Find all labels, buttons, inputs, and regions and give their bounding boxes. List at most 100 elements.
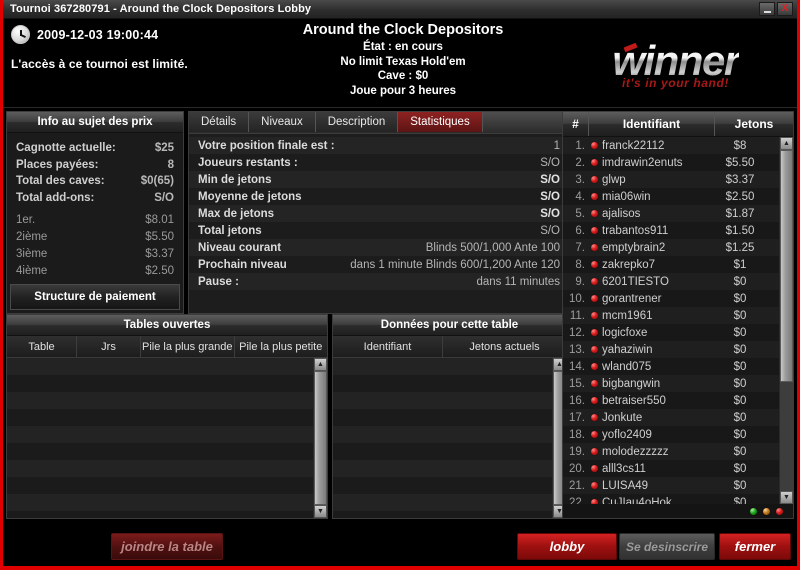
status-dot-icon (591, 448, 598, 455)
statistic-value: Blinds 500/1,000 Ante 100 (425, 241, 560, 254)
player-status-wrap (589, 312, 600, 319)
clock-row: 2009-12-03 19:00:44 (11, 25, 271, 44)
prize-row: Total des caves: $0(65) (16, 173, 174, 190)
player-row[interactable]: 6. trabantos911 $1.50 (563, 222, 779, 239)
player-row[interactable]: 11. mcm1961 $0 (563, 307, 779, 324)
scroll-down-icon[interactable]: ▼ (314, 505, 327, 518)
open-tables-scrollbar[interactable]: ▲ ▼ (313, 358, 327, 518)
player-rank: 14. (569, 360, 585, 373)
player-chips: $0 (733, 326, 747, 339)
statistic-label: Pause : (198, 275, 239, 288)
column-header: Jetons actuels (469, 340, 540, 353)
player-row[interactable]: 10. gorantrener $0 (563, 290, 779, 307)
player-row[interactable]: 3. glwp $3.37 (563, 171, 779, 188)
scroll-up-icon[interactable]: ▲ (314, 358, 327, 371)
tab-description[interactable]: Description (315, 112, 399, 132)
player-row[interactable]: 15. bigbangwin $0 (563, 375, 779, 392)
unregister-button[interactable]: Se desinscrire (619, 533, 715, 560)
player-row[interactable]: 18. yoflo2409 $0 (563, 426, 779, 443)
player-row[interactable]: 13. yahaziwin $0 (563, 341, 779, 358)
table-data-title: Données pour cette table (333, 315, 566, 336)
prize-rank-value: $3.37 (145, 248, 174, 260)
scroll-track[interactable] (780, 150, 793, 491)
statistic-row: Joueurs restants : S/O (189, 154, 569, 171)
minimize-button[interactable] (759, 2, 775, 16)
player-rank: 1. (575, 139, 585, 152)
player-row[interactable]: 12. logicfoxe $0 (563, 324, 779, 341)
lobby-button[interactable]: lobby (517, 533, 617, 560)
scroll-thumb[interactable] (314, 371, 327, 505)
player-row[interactable]: 14. wland075 $0 (563, 358, 779, 375)
player-row[interactable]: 9. 6201TIESTO $0 (563, 273, 779, 290)
player-chips: $0 (733, 377, 747, 390)
header-left: 2009-12-03 19:00:44 L'accès à ce tournoi… (11, 25, 271, 71)
player-status-wrap (589, 397, 600, 404)
player-row[interactable]: 8. zakrepko7 $1 (563, 256, 779, 273)
prize-rank-value: $8.01 (145, 214, 174, 226)
status-dot-icon (591, 312, 598, 319)
player-row[interactable]: 5. ajalisos $1.87 (563, 205, 779, 222)
player-status-wrap (589, 329, 600, 336)
tab-dtails[interactable]: Détails (189, 112, 250, 132)
prize-row-label: Cagnotte actuelle: (16, 142, 116, 154)
close-button[interactable]: X (777, 2, 793, 16)
player-row[interactable]: 1. franck22112 $8 (563, 137, 779, 154)
player-rank: 9. (575, 275, 585, 288)
prize-row-label: Total des caves: (16, 175, 105, 187)
status-dot-icon (591, 159, 598, 166)
player-status-wrap (589, 159, 600, 166)
status-dot-icon (591, 329, 598, 336)
player-chips: $8 (733, 139, 747, 152)
tab-niveaux[interactable]: Niveaux (249, 112, 316, 132)
player-chips: $1 (733, 258, 747, 271)
scroll-track[interactable] (314, 371, 327, 505)
player-row[interactable]: 17. Jonkute $0 (563, 409, 779, 426)
prize-row-value: $0(65) (140, 175, 174, 187)
table-data-rows[interactable] (333, 358, 552, 518)
prize-rank-label: 2ième (16, 231, 48, 243)
player-row[interactable]: 21. LUISA49 $0 (563, 477, 779, 494)
scroll-thumb[interactable] (780, 150, 793, 382)
status-dot-icon (591, 346, 598, 353)
minimize-icon (763, 10, 771, 13)
player-name: mia06win (602, 190, 651, 203)
player-list-panel: # Identifiant Jetons 1. franck22112 $8 2. im… (562, 111, 794, 519)
player-row[interactable]: 16. betraiser550 $0 (563, 392, 779, 409)
tab-bar: Détails Niveaux Description Statistiques (188, 111, 570, 133)
player-name: CuJIau4oHok (602, 496, 672, 505)
statistic-row: Total jetons S/O (189, 222, 569, 239)
player-row[interactable]: 2. imdrawin2enuts $5.50 (563, 154, 779, 171)
player-list-scrollbar[interactable]: ▲ ▼ (779, 137, 793, 504)
player-rank: 8. (575, 258, 585, 271)
player-row[interactable]: 7. emptybrain2 $1.25 (563, 239, 779, 256)
legend-dot-red-icon (776, 507, 783, 515)
prize-row-value: 8 (167, 158, 174, 171)
payment-structure-button[interactable]: Structure de paiement (10, 284, 180, 310)
player-name: glwp (602, 173, 626, 186)
player-chips: $0 (733, 445, 747, 458)
player-row[interactable]: 20. alll3cs11 $0 (563, 460, 779, 477)
player-row[interactable]: 22. CuJIau4oHok $0 (563, 494, 779, 504)
footer-button-bar: joindre la table lobby Se desinscrire fe… (3, 527, 797, 566)
player-row[interactable]: 19. molodezzzzz $0 (563, 443, 779, 460)
player-rank: 12. (569, 326, 585, 339)
player-status-wrap (589, 278, 600, 285)
scroll-down-icon[interactable]: ▼ (780, 491, 793, 504)
player-rows[interactable]: 1. franck22112 $8 2. imdrawin2enuts $5.50 3. gl… (563, 137, 779, 504)
status-dot-icon (591, 142, 598, 149)
status-dot-icon (591, 244, 598, 251)
statistic-label: Joueurs restants : (198, 156, 298, 169)
player-list-columns: # Identifiant Jetons (563, 112, 793, 137)
scroll-up-icon[interactable]: ▲ (780, 137, 793, 150)
prize-panel-title: Info au sujet des prix (7, 112, 183, 133)
tab-statistiques[interactable]: Statistiques (398, 112, 483, 132)
close-lobby-button[interactable]: fermer (719, 533, 791, 560)
statistic-row: Moyenne de jetons S/O (189, 188, 569, 205)
player-chips: $0 (733, 394, 747, 407)
column-header: Jrs (77, 336, 141, 357)
join-table-button[interactable]: joindre la table (111, 533, 223, 560)
status-dot-icon (591, 193, 598, 200)
player-row[interactable]: 4. mia06win $2.50 (563, 188, 779, 205)
tournament-duration: Joue pour 3 heures (349, 84, 457, 97)
open-tables-rows[interactable] (7, 358, 313, 518)
